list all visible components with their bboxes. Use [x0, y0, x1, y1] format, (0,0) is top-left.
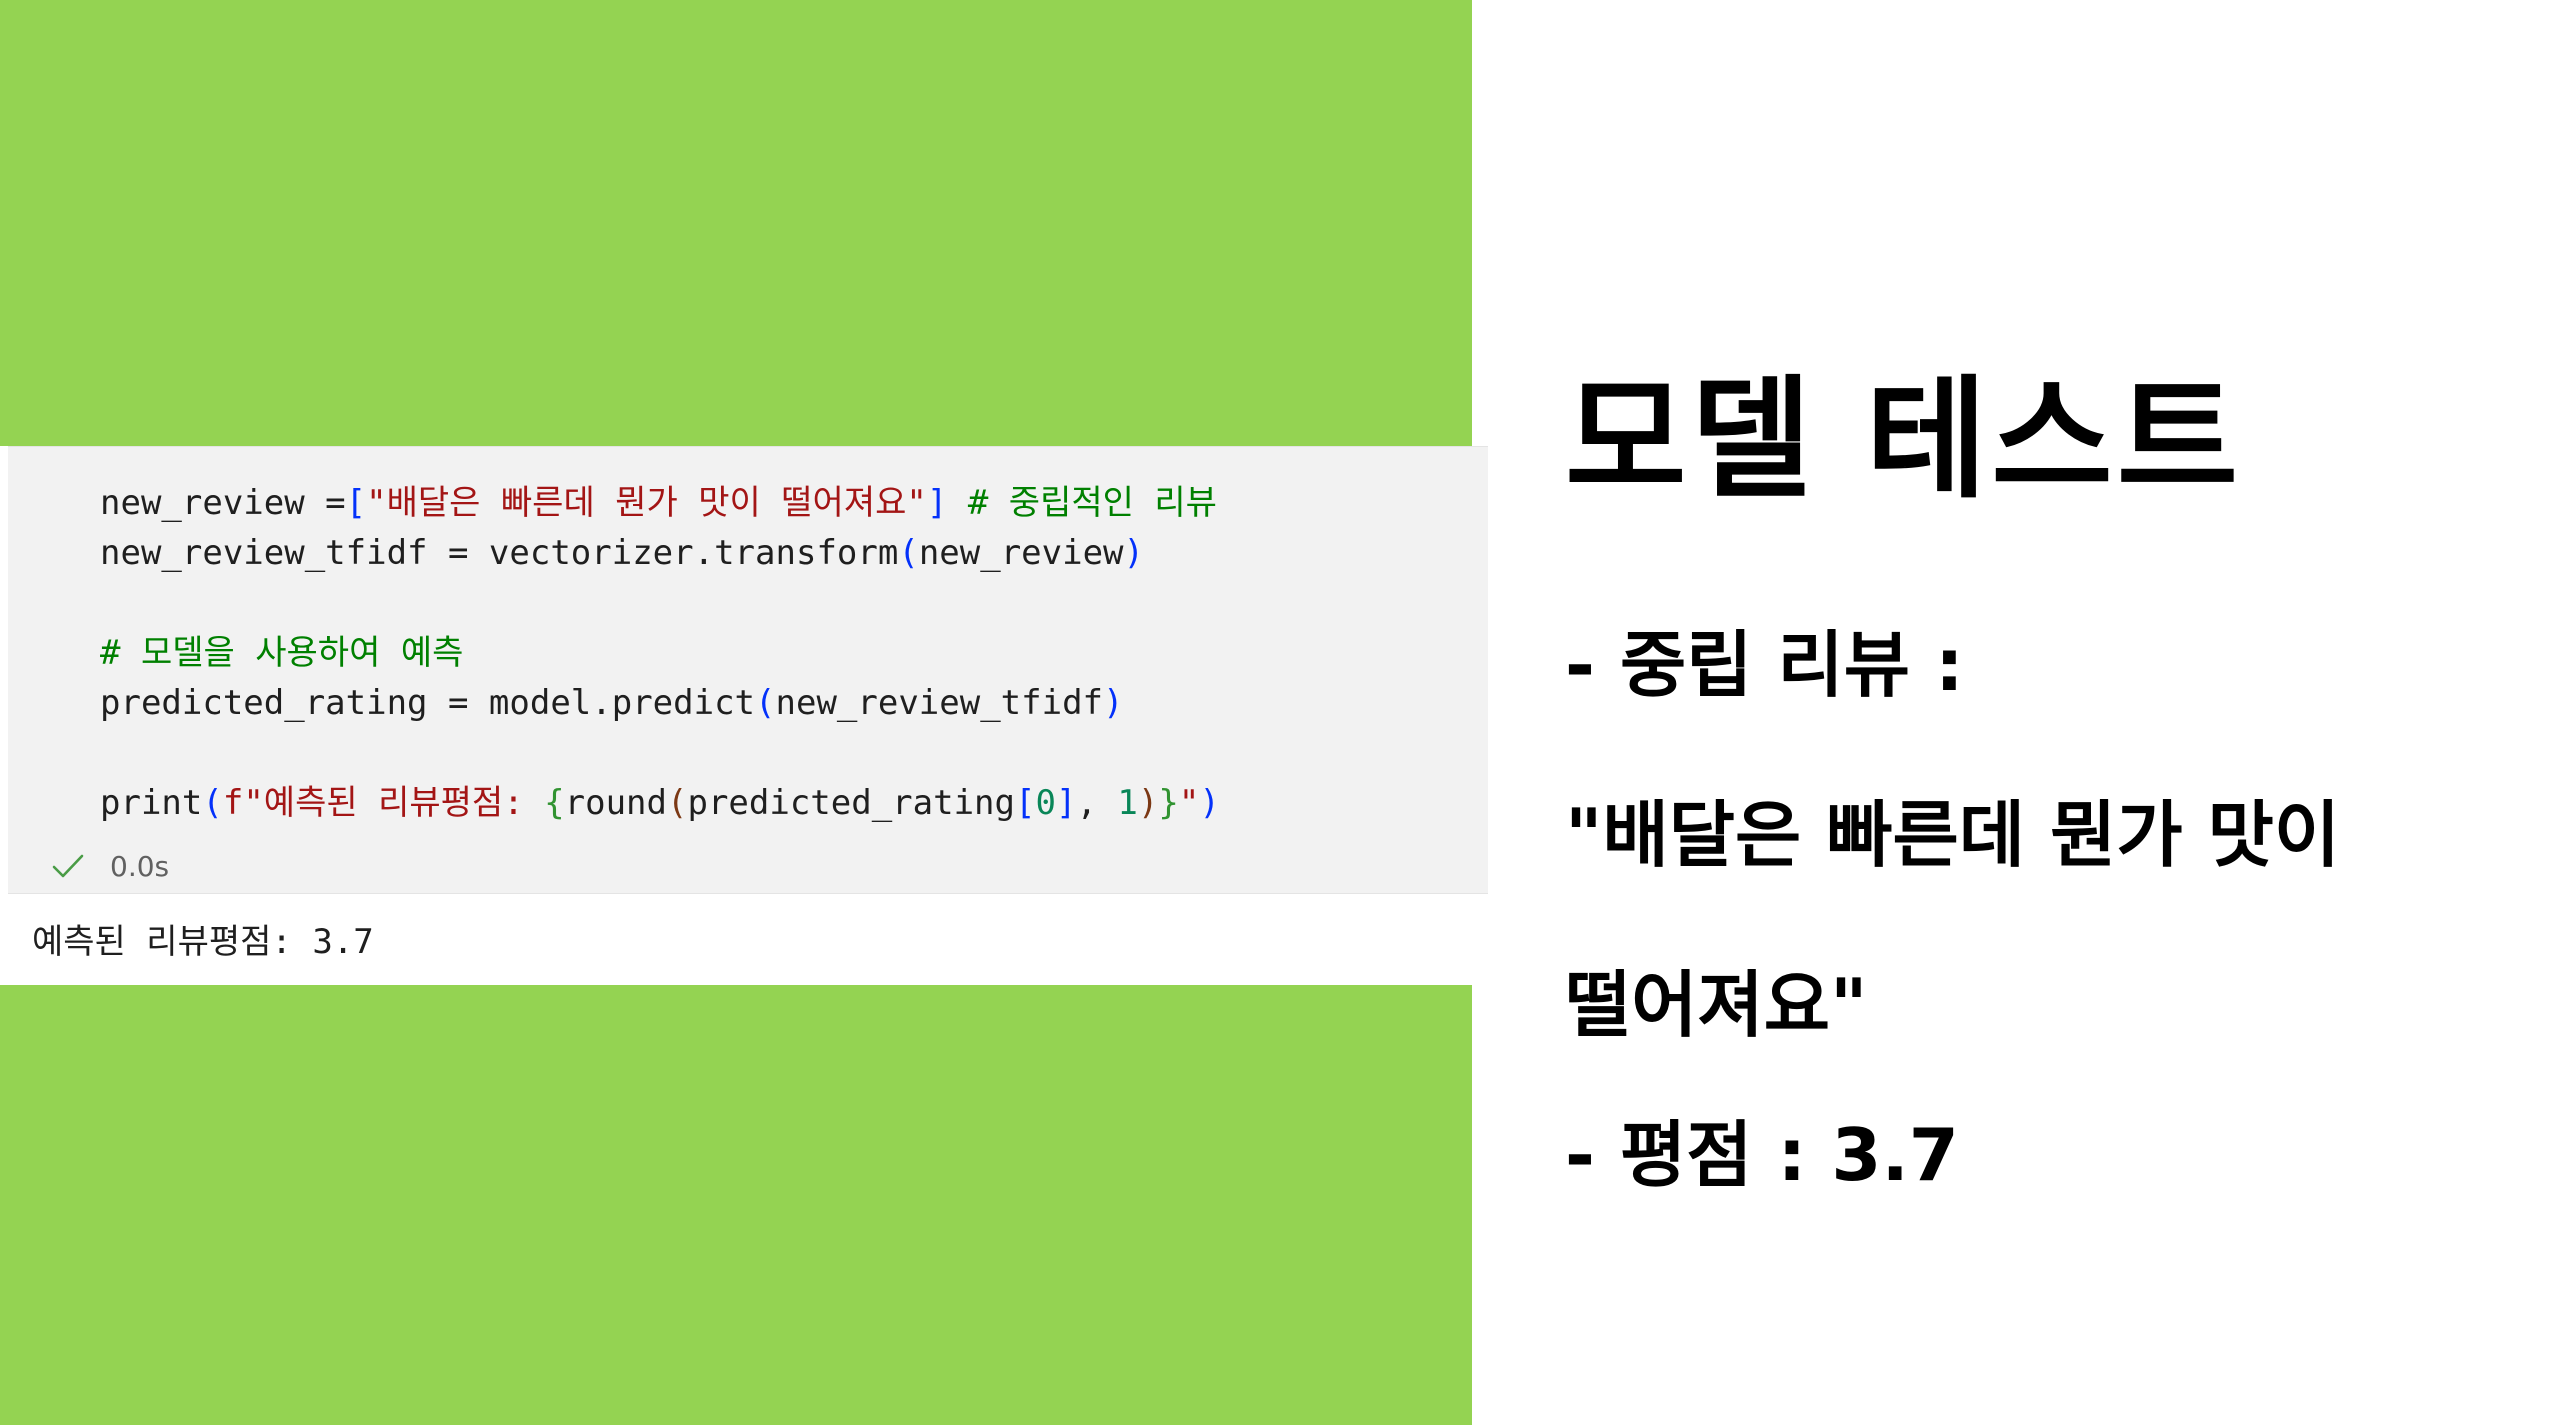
code-token: predicted_rating	[687, 783, 1015, 823]
notebook-code-cell[interactable]: new_review =["배달은 빠른데 뭔가 맛이 떨어져요"] # 중립적…	[8, 446, 1488, 894]
code-token: [	[345, 483, 367, 523]
code-token: )	[1137, 783, 1159, 823]
check-icon	[52, 854, 84, 878]
code-token: new_review =	[100, 483, 346, 523]
code-line-2[interactable]: new_review_tfidf = vectorizer.transform(…	[100, 533, 1144, 573]
execution-duration: 0.0s	[110, 849, 170, 883]
cell-output-text: 예측된 리뷰평점: 3.7	[32, 922, 374, 962]
code-token: )	[1199, 783, 1220, 823]
code-number: 1	[1117, 783, 1138, 823]
code-string: f"예측된 리뷰평점:	[222, 783, 545, 823]
code-comment: # 모델을 사용하여 예측	[100, 633, 464, 673]
code-token: }	[1158, 783, 1179, 823]
code-token: round	[564, 783, 667, 823]
rating-line: - 평점 : 3.7	[1565, 1113, 1959, 1197]
slide-title: 모델 테스트	[1565, 363, 2243, 517]
code-token: print	[100, 783, 203, 823]
code-token: ]	[926, 483, 948, 523]
code-token: (	[667, 783, 688, 823]
code-token: )	[1123, 533, 1144, 573]
code-token: ]	[1055, 783, 1077, 823]
code-token: ,	[1076, 783, 1118, 823]
code-token: (	[898, 533, 919, 573]
code-line-4[interactable]: predicted_rating = model.predict(new_rev…	[100, 683, 1124, 723]
code-line-1[interactable]: new_review =["배달은 빠른데 뭔가 맛이 떨어져요"] # 중립적…	[100, 483, 1217, 523]
code-line-3[interactable]: # 모델을 사용하여 예측	[100, 633, 463, 673]
code-line-5[interactable]: print(f"예측된 리뷰평점: {round(predicted_ratin…	[100, 783, 1220, 823]
neutral-review-label: - 중립 리뷰 :	[1565, 623, 1964, 707]
code-comment: # 중립적인 리뷰	[967, 483, 1217, 523]
code-string: "배달은 빠른데 뭔가 맛이 떨어져요"	[366, 483, 927, 523]
code-token: (	[755, 683, 776, 723]
code-token: new_review_tfidf = vectorizer.transform	[100, 533, 899, 573]
code-token: predicted_rating = model.predict	[100, 683, 756, 723]
code-token: {	[544, 783, 565, 823]
code-token: new_review	[918, 533, 1124, 573]
review-text-line-1: "배달은 빠른데 뭔가 맛이	[1565, 793, 2341, 877]
cell-execution-status: 0.0s	[48, 846, 169, 886]
code-token: [	[1015, 783, 1036, 823]
green-background-top	[0, 0, 1472, 446]
green-background-bottom	[0, 985, 1472, 1425]
code-number: 0	[1035, 783, 1056, 823]
code-string: "	[1178, 783, 1200, 823]
code-token: new_review_tfidf	[775, 683, 1104, 723]
code-token: (	[202, 783, 223, 823]
code-token: )	[1103, 683, 1124, 723]
review-text-line-2: 떨어져요"	[1565, 963, 1868, 1047]
